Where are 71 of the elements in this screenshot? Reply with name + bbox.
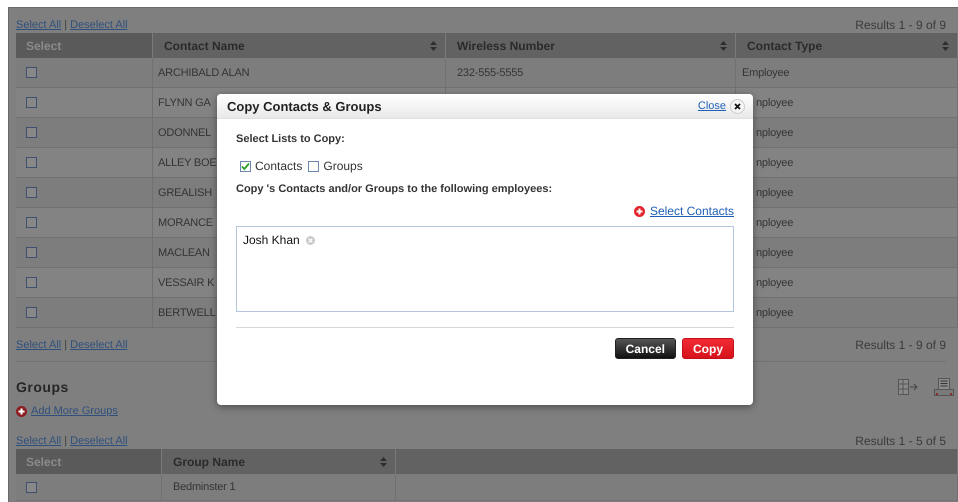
column-header[interactable]: Wireless Number xyxy=(446,33,736,58)
recipients-field[interactable]: Josh Khan xyxy=(236,226,734,312)
cancel-button[interactable]: Cancel xyxy=(614,338,676,359)
section-label: Select Lists to Copy: xyxy=(236,133,346,145)
link-separator: | xyxy=(64,338,68,350)
checkbox[interactable] xyxy=(26,187,37,198)
table-cell: ODONNEL xyxy=(158,126,211,138)
results-count: Results 1 - 9 of 9 xyxy=(855,338,946,352)
copy-button[interactable]: Copy xyxy=(682,338,734,359)
instruction-text: Copy 's Contacts and/or Groups to the following employees: xyxy=(236,183,554,195)
add-icon xyxy=(16,406,27,416)
table-cell: nployee xyxy=(756,276,794,288)
dialog-title: Copy Contacts & Groups xyxy=(227,98,382,114)
select-link[interactable]: Select All xyxy=(16,18,62,30)
table-cell: nployee xyxy=(756,216,794,228)
table-cell: Bedminster 1 xyxy=(173,481,236,493)
checkbox[interactable] xyxy=(26,157,37,168)
table-cell: BERTWELL xyxy=(158,306,216,318)
select-link[interactable]: Select All xyxy=(16,434,62,446)
sort-icon[interactable] xyxy=(430,40,437,50)
print-icon[interactable] xyxy=(934,378,954,396)
checkbox[interactable] xyxy=(26,482,37,492)
table-cell: 232-555-5555 xyxy=(457,66,524,78)
sort-icon[interactable] xyxy=(942,40,949,50)
table-cell: FLYNN GA xyxy=(158,96,211,108)
add-icon xyxy=(634,206,645,216)
checkbox-label: Contacts xyxy=(255,159,302,173)
checkbox[interactable] xyxy=(308,160,320,172)
checkbox[interactable] xyxy=(240,160,251,172)
results-count: Results 1 - 9 of 9 xyxy=(855,18,946,32)
table-cell: ARCHIBALD ALAN xyxy=(158,66,250,78)
table-cell: nployee xyxy=(756,246,794,258)
checkbox[interactable] xyxy=(26,67,37,78)
checkbox[interactable] xyxy=(26,127,37,138)
close-link[interactable]: Close xyxy=(698,100,726,112)
select-link[interactable]: Deselect All xyxy=(70,338,128,350)
results-count: Results 1 - 5 of 5 xyxy=(855,434,946,448)
checkbox[interactable] xyxy=(26,247,37,258)
table-cell: MACLEAN xyxy=(158,246,210,258)
table-cell: nployee xyxy=(756,126,794,138)
link-separator: | xyxy=(64,434,68,446)
table-cell: nployee xyxy=(756,156,794,168)
select-contacts-link[interactable]: Select Contacts xyxy=(650,204,734,218)
column-header[interactable]: Contact Type xyxy=(736,33,958,58)
table-cell: MORANCE xyxy=(158,216,213,228)
table-cell: nployee xyxy=(756,186,794,198)
sort-icon[interactable] xyxy=(720,40,727,50)
table-cell: nployee xyxy=(756,96,794,108)
table-cell: ALLEY BOE xyxy=(158,156,217,168)
recipient-name: Josh Khan xyxy=(243,233,300,247)
checkbox[interactable] xyxy=(26,277,37,288)
export-icon[interactable] xyxy=(898,379,918,395)
remove-icon[interactable] xyxy=(306,236,315,244)
close-icon[interactable] xyxy=(730,98,745,114)
sort-icon[interactable] xyxy=(380,456,387,466)
checkbox[interactable] xyxy=(26,217,37,228)
checkbox[interactable] xyxy=(26,307,37,318)
checkbox-label: Groups xyxy=(323,159,363,173)
table-cell: GREALISH xyxy=(158,186,212,198)
link-separator: | xyxy=(64,18,68,30)
section-title: Groups xyxy=(16,379,69,395)
table-cell: nployee xyxy=(756,306,794,318)
select-link[interactable]: Deselect All xyxy=(70,18,128,30)
column-header[interactable]: Contact Name xyxy=(153,33,446,58)
table-cell: Employee xyxy=(742,66,790,78)
select-link[interactable]: Select All xyxy=(16,338,62,350)
select-link[interactable]: Deselect All xyxy=(70,434,128,446)
column-header[interactable]: Group Name xyxy=(162,449,396,474)
checkbox[interactable] xyxy=(26,97,37,108)
table-cell: VESSAIR K xyxy=(158,276,214,288)
add-groups-link[interactable]: Add More Groups xyxy=(31,405,118,417)
